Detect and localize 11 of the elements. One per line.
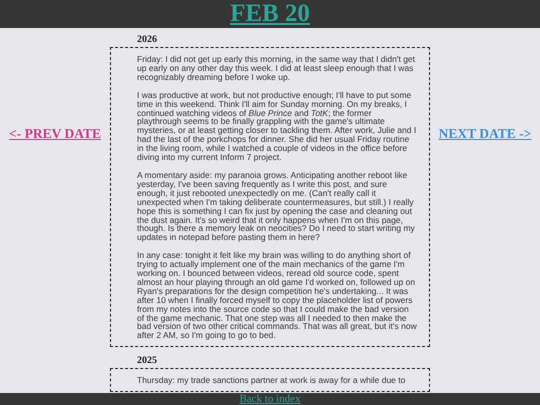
year-heading: 2026 <box>137 34 157 46</box>
back-to-index-link[interactable]: Back to index <box>239 393 301 405</box>
entry-paragraph: Thursday: my trade sanctions partner at work is away for a while due to <box>137 376 406 386</box>
entry-paragraph: A momentary aside: my paranoia grows. Anticipating another reboot like yesterday, I've been saving frequently as I write this post, and sure enough, it just rebooted unexpectedly on me. (Can't really call it unexpected when I'm taking deliberate countermeasures, but still.) I really hope this is something I can fix just by opening the case and cleaning out the dust again. It's so weird that it only happens when I'm on this page, though. Is there a memory leak on neocities? Do I need to start writing my updates in notepad before pasting them in here? <box>137 170 416 242</box>
next-date-link[interactable]: NEXT DATE -> <box>438 126 532 142</box>
entry-paragraph: I was productive at work, but not productive enough; I'll have to put some time in this weekend. Think I'll aim for Sunday morning. On my breaks, I continued watching videos of Blue Prince and TotK; the former playthrough seems to be finally grappling with the game's ultimate mysteries, or at least getting closer to tackling them. After work, Julie and I had the last of the porkchops for dinner. She did her usual Friday routine in the living room, while I watched a couple of videos in the office before diving into my current Inform 7 project. <box>137 90 417 162</box>
year-heading: 2025 <box>137 355 157 368</box>
entry-paragraph: Friday: I did not get up early this morning, in the same way that I didn't get up early on any other day this week. I did at least sleep enough that I was recognizably dreaming before I woke up. <box>137 55 416 82</box>
entry-paragraph: In any case: tonight it felt like my brain was willing to do anything short of trying to actually implement one of the main mechanics of the game I'm working on. I bounced between videos, reread old source code, spent almost an hour playing through an old game I'd worked on, followed up on Ryan's preparations for the design competition he's undertaking... It was after 10 when I finally forced myself to copy the placeholder list of powers from my notes into the source code so that I could make the bad version of the game mechanic. That one step was all I needed to then make the bad version of two other critical commands. That was all great, but it's now after 2 AM, so I'm going to go to bed. <box>137 251 417 340</box>
page-title[interactable]: FEB 20 <box>230 0 310 28</box>
prev-date-link[interactable]: <- PREV DATE <box>9 126 101 142</box>
